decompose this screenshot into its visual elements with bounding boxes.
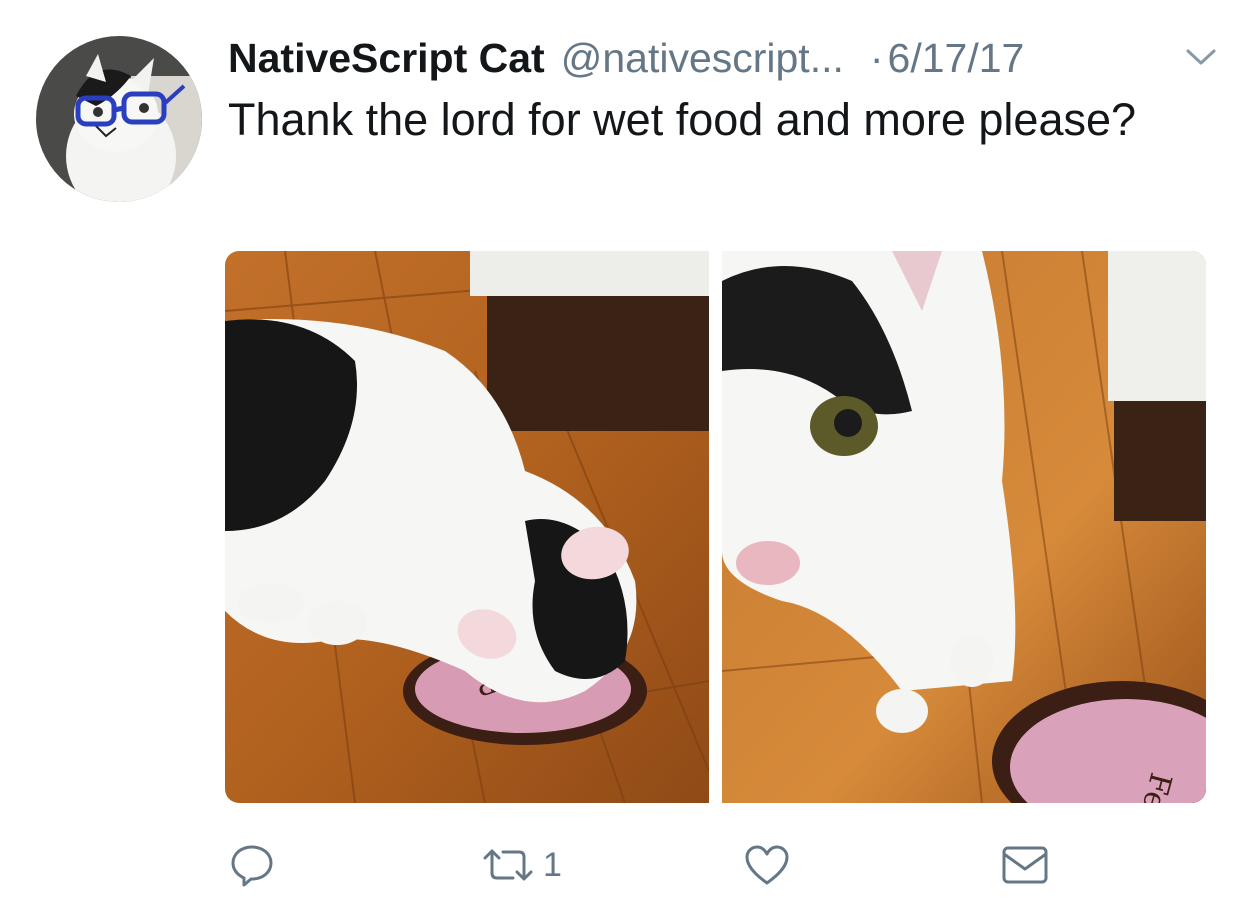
separator-dot: ·: [869, 34, 884, 81]
like-button[interactable]: [743, 830, 791, 900]
cat-staring-photo: Feed Me: [722, 251, 1206, 803]
chevron-down-icon[interactable]: [1184, 44, 1218, 70]
avatar-cat-image: [36, 36, 202, 202]
tweet-actions: 1: [225, 830, 1206, 900]
tweet-text: Thank the lord for wet food and more ple…: [228, 94, 1137, 145]
heart-icon: [743, 843, 791, 887]
cat-eating-photo: P: [225, 251, 709, 803]
tweet-date[interactable]: 6/17/17: [888, 35, 1025, 82]
retweet-count: 1: [543, 845, 562, 884]
avatar[interactable]: [36, 36, 202, 202]
envelope-icon: [1001, 844, 1049, 886]
reply-button[interactable]: [229, 830, 275, 900]
user-handle[interactable]: @nativescript...: [561, 35, 844, 82]
photo-left[interactable]: P: [225, 251, 709, 803]
retweet-icon: [479, 845, 537, 885]
reply-icon: [229, 842, 275, 888]
display-name[interactable]: NativeScript Cat: [228, 35, 545, 82]
media-grid: P: [225, 251, 1206, 803]
direct-message-button[interactable]: [1001, 830, 1049, 900]
photo-right[interactable]: Feed Me: [722, 251, 1206, 803]
retweet-button[interactable]: 1: [479, 830, 562, 900]
tweet-header: NativeScript Cat @nativescript... · 6/17…: [228, 30, 1218, 86]
